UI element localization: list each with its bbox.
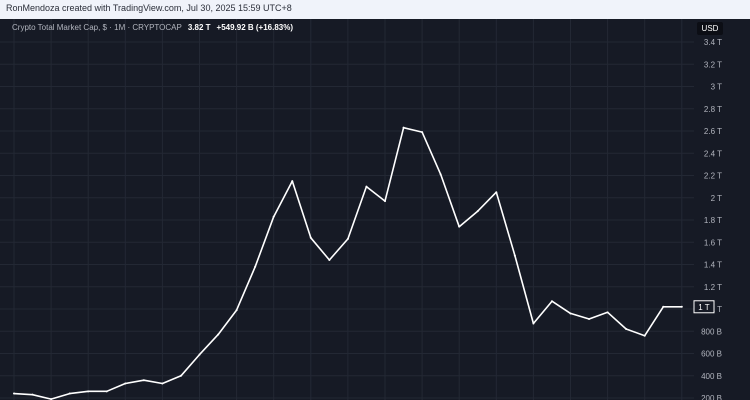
- y-tick-label: 2.4 T: [704, 149, 722, 158]
- y-axis[interactable]: 200 B 400 B 600 B 800 B 1 T 1.2 T 1.4 T 1.6 T 1.…: [701, 38, 722, 400]
- grid-lines: [0, 19, 694, 400]
- data-point: [161, 382, 164, 385]
- y-tick-label: 400 B: [701, 372, 722, 381]
- data-point: [179, 374, 182, 377]
- last-price-label: 1 T: [698, 303, 710, 312]
- y-tick-label: 3.2 T: [704, 60, 722, 69]
- data-point: [309, 236, 312, 239]
- currency-badge[interactable]: USD: [697, 22, 723, 35]
- y-tick-label: 600 B: [701, 350, 722, 359]
- data-point: [476, 210, 479, 213]
- data-point: [31, 393, 34, 396]
- last-value: 3.82 T: [187, 23, 211, 32]
- y-tick-label: 3 T: [711, 83, 723, 92]
- data-point: [550, 300, 553, 303]
- data-point: [105, 390, 108, 393]
- data-point: [662, 305, 665, 308]
- price-change: +549.92 B (+16.83%): [216, 23, 294, 32]
- data-point: [124, 382, 127, 385]
- data-point: [68, 392, 71, 395]
- data-point: [439, 173, 442, 176]
- y-tick-label: 2.2 T: [704, 172, 722, 181]
- chart-frame: RonMendoza created with TradingView.com,…: [0, 0, 750, 400]
- data-point: [235, 309, 238, 312]
- data-point: [643, 334, 646, 337]
- data-point: [254, 265, 257, 268]
- data-point: [142, 379, 145, 382]
- y-tick-label: 200 B: [701, 394, 722, 400]
- data-point: [532, 322, 535, 325]
- data-point: [513, 254, 516, 257]
- y-tick-label: 3.4 T: [704, 38, 722, 47]
- data-point: [291, 180, 294, 183]
- data-point: [328, 259, 331, 262]
- data-point: [606, 311, 609, 314]
- data-point: [198, 353, 201, 356]
- y-tick-label: 1.2 T: [704, 283, 722, 292]
- data-point: [346, 237, 349, 240]
- chart-legend[interactable]: Crypto Total Market Cap, $ · 1M · CRYPTO…: [12, 23, 293, 32]
- last-price-marker: 1 T: [693, 300, 715, 314]
- data-point: [13, 392, 15, 395]
- data-point: [384, 200, 386, 203]
- data-point: [458, 225, 461, 228]
- data-point: [272, 215, 275, 218]
- data-point: [87, 390, 90, 393]
- y-tick-label: 2 T: [711, 194, 723, 203]
- y-tick-label: 1.4 T: [704, 261, 722, 270]
- y-tick-label: 1.8 T: [704, 216, 722, 225]
- price-chart[interactable]: 200 B 400 B 600 B 800 B 1 T 1.2 T 1.4 T 1.6 T 1.…: [0, 0, 750, 400]
- data-point: [365, 185, 368, 188]
- y-tick-label: 800 B: [701, 327, 722, 336]
- data-point: [569, 312, 572, 315]
- data-point: [680, 305, 683, 308]
- y-tick-label: 2.6 T: [704, 127, 722, 136]
- data-point: [625, 328, 628, 331]
- symbol-title: Crypto Total Market Cap, $ · 1M · CRYPTO…: [12, 23, 182, 32]
- y-tick-label: 1.6 T: [704, 238, 722, 247]
- data-point: [402, 126, 405, 129]
- data-point: [588, 318, 591, 321]
- data-point: [495, 191, 498, 194]
- data-point: [217, 333, 220, 336]
- data-point: [421, 131, 424, 134]
- y-tick-label: 2.8 T: [704, 105, 722, 114]
